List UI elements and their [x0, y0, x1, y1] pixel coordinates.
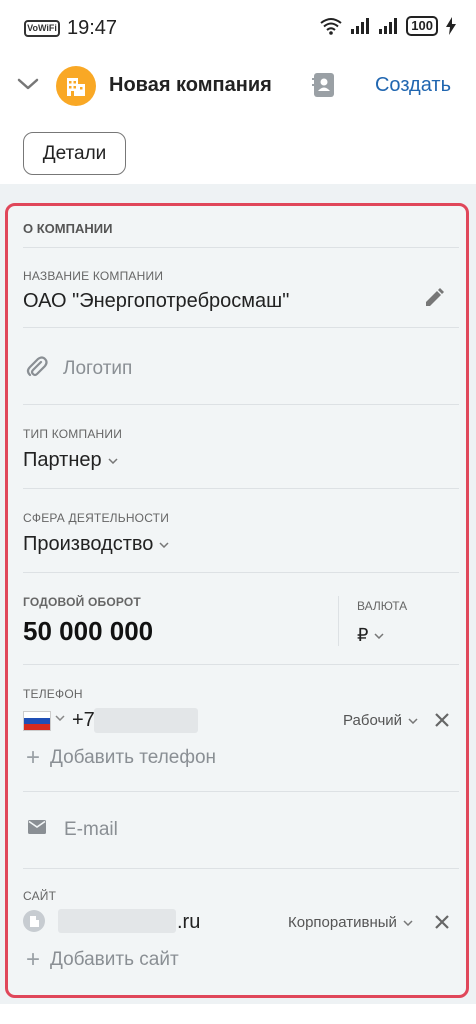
volte-badge: VoWiFi [24, 20, 60, 37]
divider [23, 247, 459, 248]
add-site-button[interactable]: + Добавить сайт [26, 948, 179, 972]
company-name-field[interactable]: ОАО "Энергопотребросмаш" [23, 290, 289, 313]
phone-type-value: Рабочий [343, 712, 403, 729]
industry-select[interactable]: Производство [23, 533, 169, 556]
create-button[interactable]: Создать [375, 74, 451, 97]
chevron-down-icon [108, 458, 118, 464]
next-section-peek [0, 1004, 476, 1024]
chevron-down-icon [159, 542, 169, 548]
globe-icon [23, 910, 45, 932]
industry-value: Производство [23, 533, 154, 555]
divider [23, 572, 459, 573]
site-type-value: Корпоративный [288, 914, 397, 931]
phone-label: ТЕЛЕФОН [23, 687, 83, 701]
revenue-label: ГОДОВОЙ ОБОРОТ [23, 595, 141, 609]
site-url-field[interactable] [58, 909, 176, 933]
divider [23, 488, 459, 489]
header: Новая компания Создать Детали [0, 56, 476, 184]
details-button[interactable]: Детали [23, 132, 126, 175]
currency-select[interactable]: ₽ [357, 625, 384, 646]
signal-icon [351, 18, 370, 34]
add-site-label: Добавить сайт [50, 949, 179, 970]
signal-icon [379, 18, 398, 34]
pencil-icon[interactable] [424, 288, 444, 308]
divider [23, 664, 459, 665]
section-title: О КОМПАНИИ [23, 221, 113, 236]
plus-icon: + [26, 744, 41, 771]
wifi-icon [320, 18, 342, 35]
plus-icon: + [26, 946, 41, 973]
phone-type-select[interactable]: Рабочий [343, 712, 418, 729]
company-avatar[interactable] [56, 66, 96, 106]
page-title: Новая компания [109, 74, 272, 96]
divider [23, 868, 459, 869]
divider [23, 404, 459, 405]
add-phone-label: Добавить телефон [50, 747, 217, 768]
email-field[interactable]: E-mail [64, 819, 118, 841]
building-icon [67, 78, 85, 96]
status-bar: VoWiFi 19:47 100 [0, 0, 476, 56]
chevron-down-icon [403, 920, 413, 927]
divider [338, 596, 339, 646]
add-phone-button[interactable]: + Добавить телефон [26, 746, 216, 770]
industry-label: СФЕРА ДЕЯТЕЛЬНОСТИ [23, 511, 170, 525]
paperclip-icon [26, 356, 48, 377]
currency-value: ₽ [357, 625, 369, 645]
site-suffix: .ru [177, 911, 201, 933]
close-icon[interactable] [435, 713, 449, 727]
company-type-value: Партнер [23, 449, 102, 471]
building-icon [29, 916, 39, 927]
close-icon[interactable] [435, 915, 449, 929]
phone-prefix: +7 [72, 709, 95, 731]
status-time: 19:47 [67, 17, 118, 39]
logo-upload[interactable]: Логотип [63, 358, 132, 380]
divider [23, 327, 459, 328]
battery-indicator: 100 [406, 16, 438, 36]
revenue-field[interactable]: 50 000 000 [23, 616, 153, 647]
divider [23, 791, 459, 792]
company-info-card: О КОМПАНИИ НАЗВАНИЕ КОМПАНИИ ОАО "Энерго… [5, 203, 469, 998]
company-type-label: ТИП КОМПАНИИ [23, 427, 123, 441]
company-type-select[interactable]: Партнер [23, 449, 118, 472]
company-name-label: НАЗВАНИЕ КОМПАНИИ [23, 269, 164, 283]
charging-icon [446, 17, 456, 35]
phone-number-field[interactable] [94, 708, 198, 733]
chevron-down-icon[interactable] [55, 715, 65, 721]
currency-label: ВАЛЮТА [357, 599, 408, 613]
contacts-book-icon[interactable] [312, 72, 336, 98]
site-type-select[interactable]: Корпоративный [288, 914, 413, 931]
country-flag[interactable] [23, 711, 51, 731]
chevron-down-icon[interactable] [16, 76, 40, 92]
site-label: САЙТ [23, 889, 57, 903]
mail-icon [28, 820, 46, 834]
chevron-down-icon [408, 718, 418, 725]
status-icons: 100 [320, 16, 456, 36]
chevron-down-icon [374, 633, 384, 640]
